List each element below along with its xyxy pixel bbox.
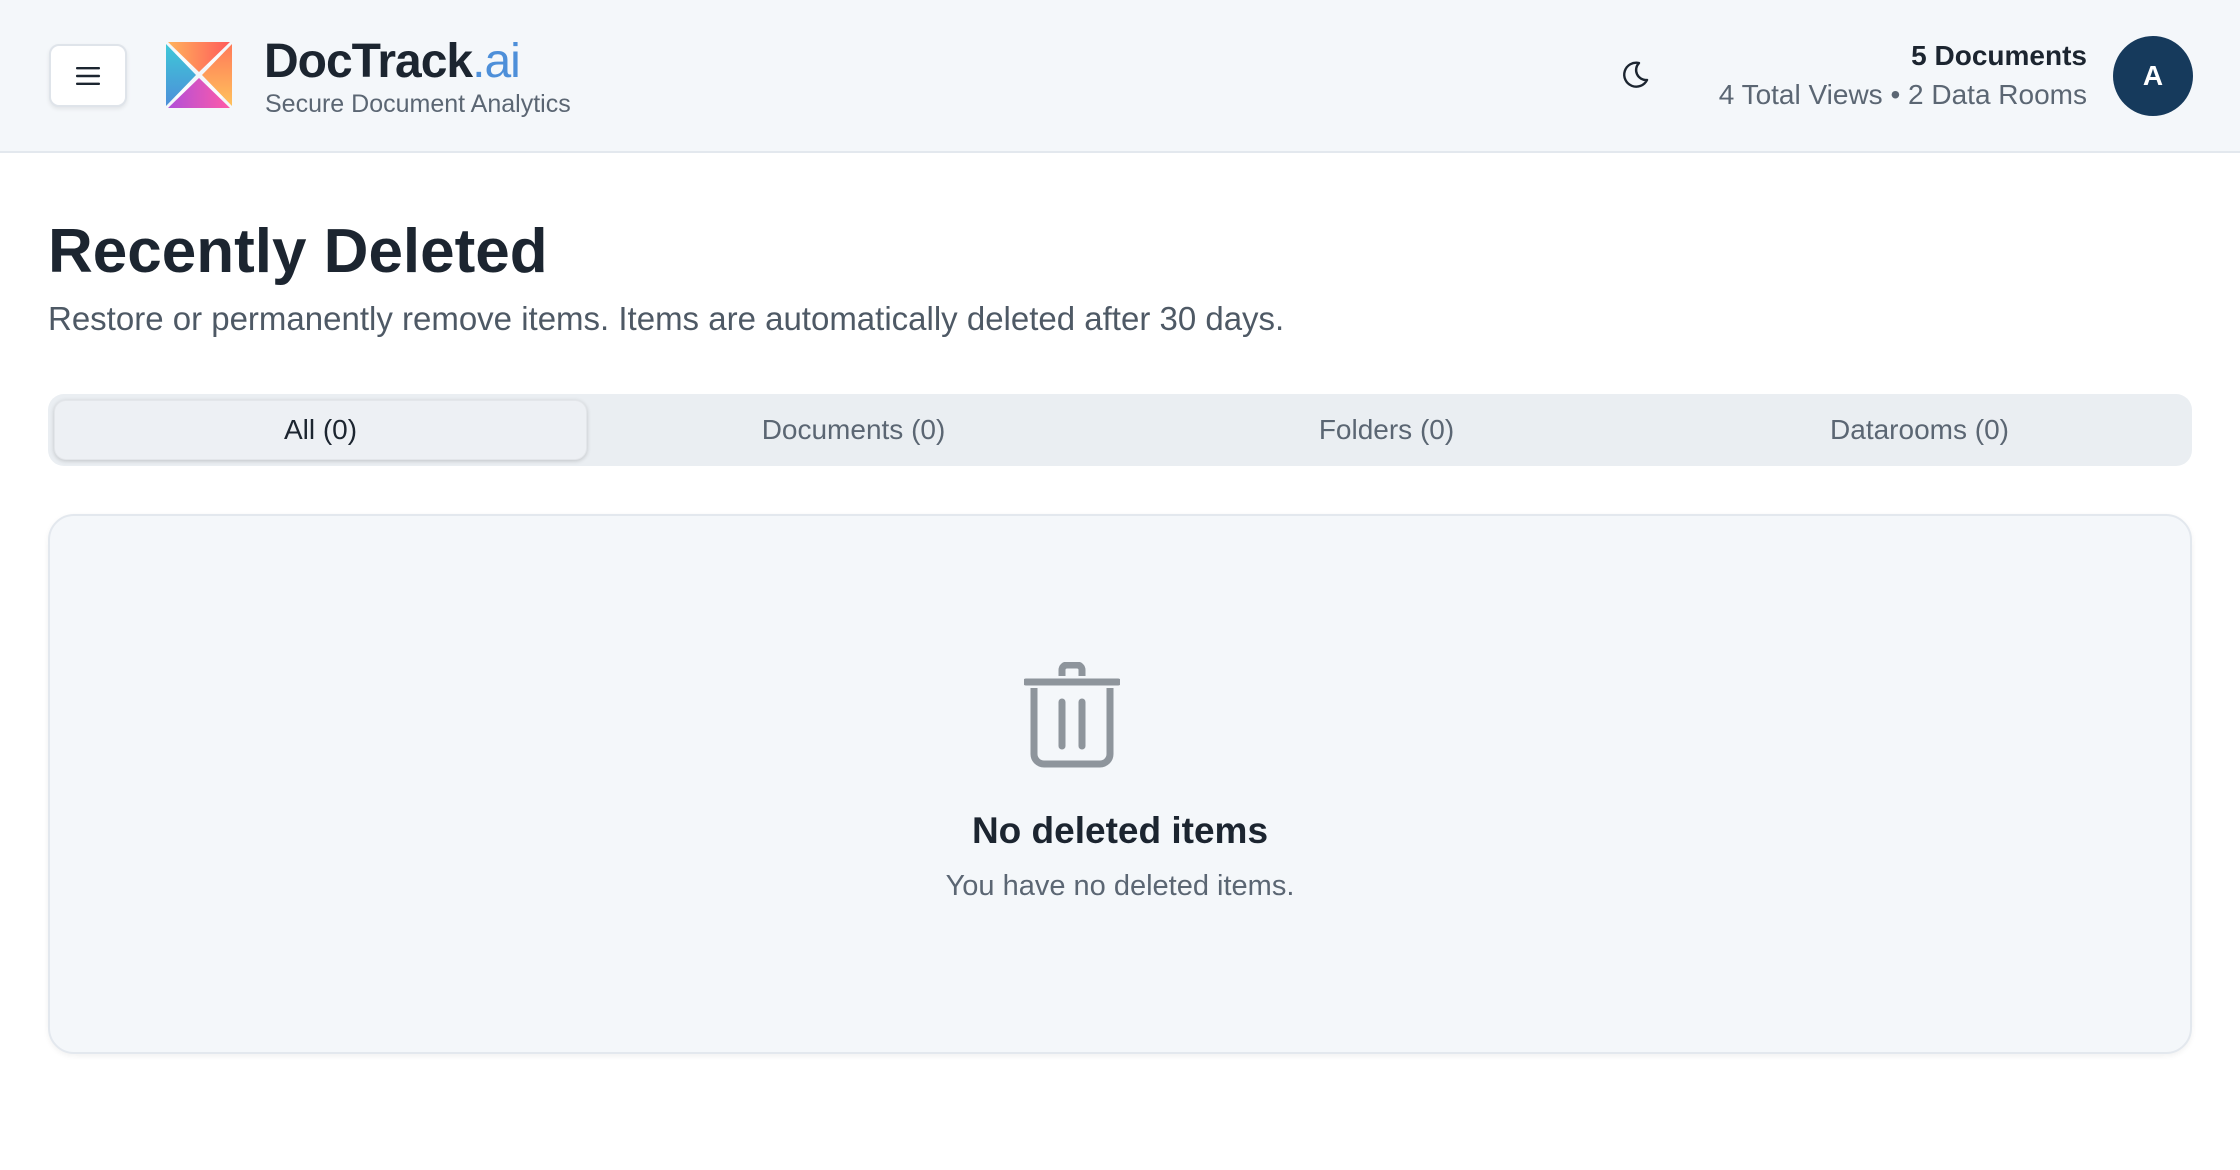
tab-documents[interactable]: Documents (0): [587, 400, 1120, 460]
hamburger-menu-icon: [76, 66, 100, 85]
moon-icon[interactable]: [1618, 58, 1652, 92]
tab-all[interactable]: All (0): [54, 400, 587, 460]
user-avatar[interactable]: A: [2113, 36, 2193, 116]
filter-tabs: All (0) Documents (0) Folders (0) Dataro…: [48, 394, 2192, 466]
documents-count: 5 Documents: [1911, 40, 2087, 71]
brand-suffix: .ai: [472, 35, 521, 88]
menu-toggle-button[interactable]: [49, 44, 127, 107]
empty-state-panel: [48, 514, 2192, 1054]
brand-name: DocTrack: [264, 35, 473, 88]
header-stats: 5 Documents 4 Total Views • 2 Data Rooms: [1719, 38, 2087, 116]
empty-state-message: You have no deleted items.: [945, 870, 1295, 902]
app-header: DocTrack.ai Secure Document Analytics 5 …: [0, 0, 2240, 153]
page-description: Restore or permanently remove items. Ite…: [48, 300, 1285, 337]
trash-icon: [1024, 662, 1120, 768]
tab-datarooms[interactable]: Datarooms (0): [1653, 400, 2186, 460]
page-title: Recently Deleted: [48, 217, 548, 286]
doctrack-logo: [166, 42, 232, 108]
empty-state-title: No deleted items: [971, 810, 1269, 851]
views-rooms-summary: 4 Total Views • 2 Data Rooms: [1718, 79, 2087, 110]
brand-title: DocTrack.ai: [264, 34, 521, 89]
tab-folders[interactable]: Folders (0): [1120, 400, 1653, 460]
brand-tagline: Secure Document Analytics: [265, 90, 571, 118]
